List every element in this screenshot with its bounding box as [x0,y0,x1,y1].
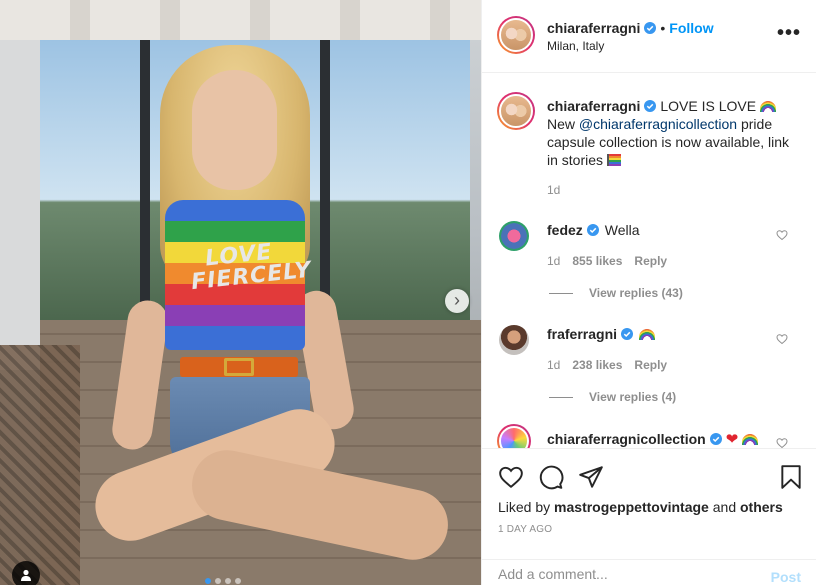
caption-timestamp: 1d [547,183,561,197]
bookmark-icon[interactable] [778,464,804,490]
next-arrow-icon[interactable]: › [445,289,469,313]
view-replies-label: View replies (4) [589,390,677,404]
comment-row: fedez Wella [547,222,640,238]
photo-shirt-text: LOVE FIERCELY [188,240,313,295]
liked-by-others-link[interactable]: others [740,499,783,515]
view-replies-button[interactable]: View replies (43) [549,286,683,300]
photo-wall [0,40,40,370]
liked-by-line: Liked by mastrogeppettovintage and other… [498,499,783,515]
post-header: chiaraferragni • Follow Milan, Italy ••• [482,0,816,73]
post-actions-bar: Liked by mastrogeppettovintage and other… [482,448,816,585]
post-timestamp[interactable]: 1 DAY AGO [498,524,552,535]
more-options-icon[interactable]: ••• [777,23,801,43]
caption-avatar[interactable] [497,92,535,130]
photo-mullion [140,40,150,330]
comment-like-heart-icon[interactable] [776,333,788,345]
photo-belt-buckle [224,358,254,376]
liked-by-prefix: Liked by [498,499,551,515]
rainbow-emoji-icon [742,433,759,445]
comment-timestamp: 1d [547,254,561,268]
comment-username[interactable]: fedez [547,222,583,238]
caption-username[interactable]: chiaraferragni [547,98,640,114]
add-comment-input[interactable] [498,566,758,582]
carousel-dot [235,578,241,584]
replies-divider-line [549,396,573,398]
comment-text: Wella [604,222,640,238]
post-photo[interactable]: LOVE FIERCELY › [0,0,481,585]
author-avatar[interactable] [497,16,535,54]
comment-like-heart-icon[interactable] [776,229,788,241]
heart-icon[interactable] [498,464,524,490]
rainbow-emoji-icon [639,328,656,340]
tag-user-icon[interactable] [12,561,40,585]
follow-button[interactable]: Follow [669,20,713,36]
post-caption: chiaraferragni LOVE IS LOVE New @chiarafe… [547,97,797,169]
verified-badge-icon [621,328,634,340]
post-comment-button[interactable]: Post [771,569,801,585]
comment-username[interactable]: fraferragni [547,326,617,342]
carousel-dots [205,578,241,584]
carousel-dot [215,578,221,584]
comment-row: chiaraferragnicollection ❤ [547,430,759,448]
comment-reply-button[interactable]: Reply [634,358,667,372]
rainbow-flag-emoji-icon [606,154,621,166]
instagram-post-modal: LOVE FIERCELY › chiaraferragni • Follow … [0,0,816,585]
add-comment-bar: Post [482,559,816,585]
post-side-panel: chiaraferragni • Follow Milan, Italy •••… [481,0,816,585]
view-replies-button[interactable]: View replies (4) [549,390,676,404]
photo-person-face [192,70,277,190]
verified-badge-icon [644,22,657,34]
post-location[interactable]: Milan, Italy [547,39,604,53]
caption-text: LOVE IS LOVE [660,98,757,114]
comment-username[interactable]: chiaraferragnicollection [547,431,706,447]
photo-awning [0,0,481,40]
replies-divider-line [549,292,573,294]
carousel-dot [225,578,231,584]
author-row: chiaraferragni • Follow [547,20,714,36]
rainbow-emoji-icon [759,101,776,112]
comment-meta: 1d 855 likes Reply [547,254,667,268]
liked-by-user-link[interactable]: mastrogeppettovintage [554,499,709,515]
view-replies-label: View replies (43) [589,286,683,300]
carousel-dot [205,578,211,584]
verified-badge-icon [644,100,657,112]
comment-avatar[interactable] [499,221,529,251]
liked-by-and: and [712,499,737,515]
comment-reply-button[interactable]: Reply [634,254,667,268]
red-heart-emoji-icon: ❤ [725,431,739,448]
verified-badge-icon [586,224,599,236]
comment-likes-count[interactable]: 855 likes [572,254,622,268]
separator-dot: • [660,20,666,36]
caption-text: New [547,116,576,132]
comment-meta: 1d 238 likes Reply [547,358,667,372]
comment-avatar[interactable] [499,325,529,355]
comment-icon[interactable] [538,464,564,490]
verified-badge-icon [709,433,722,445]
caption-mention-link[interactable]: @chiaraferragnicollection [579,116,737,132]
share-icon[interactable] [578,464,604,490]
comment-row: fraferragni [547,326,656,342]
photo-mullion [320,40,330,330]
author-username[interactable]: chiaraferragni [547,20,640,36]
photo-chair [0,345,80,585]
comment-likes-count[interactable]: 238 likes [572,358,622,372]
comment-timestamp: 1d [547,358,561,372]
